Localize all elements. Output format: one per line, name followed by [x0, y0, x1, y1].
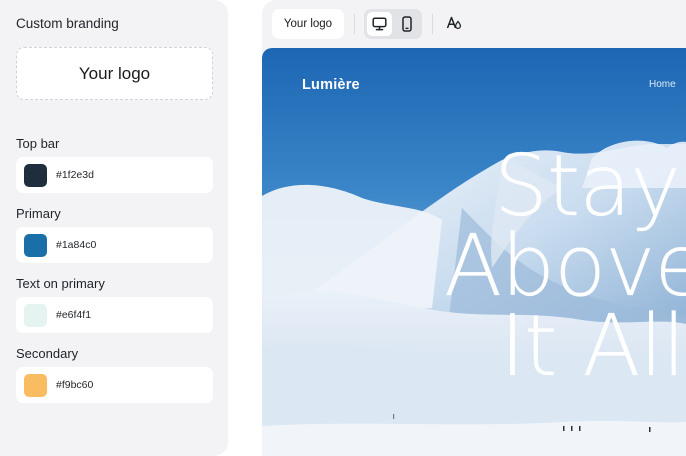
top-bar-color-picker[interactable]: #1f2e3d	[16, 157, 213, 193]
hero-background-image	[262, 48, 686, 456]
toolbar-divider-2	[432, 14, 433, 34]
primary-label: Primary	[16, 206, 61, 221]
site-nav-home[interactable]: Home	[649, 79, 676, 90]
desktop-icon	[372, 17, 387, 31]
branding-panel: Custom branding Your logo Top bar #1f2e3…	[0, 0, 228, 456]
secondary-hex: #f9bc60	[56, 379, 94, 391]
logo-upload-area[interactable]: Your logo	[16, 47, 213, 100]
website-preview: Lumière Home Stay Above It All	[262, 48, 686, 456]
panel-title: Custom branding	[16, 16, 119, 31]
text-on-primary-color-picker[interactable]: #e6f4f1	[16, 297, 213, 333]
top-bar-label: Top bar	[16, 136, 60, 151]
top-bar-hex: #1f2e3d	[56, 169, 94, 181]
toolbar-divider	[354, 14, 355, 34]
text-on-primary-label: Text on primary	[16, 276, 105, 291]
font-color-icon	[446, 16, 462, 30]
primary-color-picker[interactable]: #1a84c0	[16, 227, 213, 263]
branding-editor: Custom branding Your logo Top bar #1f2e3…	[0, 0, 686, 456]
toolbar-logo-button[interactable]: Your logo	[272, 9, 344, 39]
top-bar-swatch[interactable]	[24, 163, 47, 187]
font-color-button[interactable]	[444, 13, 464, 33]
primary-swatch[interactable]	[24, 233, 47, 257]
text-on-primary-swatch[interactable]	[24, 303, 47, 327]
site-brand-logo[interactable]: Lumière	[302, 77, 360, 93]
primary-hex: #1a84c0	[56, 239, 97, 251]
mobile-view-button[interactable]	[394, 12, 419, 36]
logo-placeholder-text: Your logo	[78, 63, 151, 83]
desktop-view-button[interactable]	[367, 12, 392, 36]
mobile-icon	[401, 16, 412, 32]
secondary-swatch[interactable]	[24, 373, 47, 397]
secondary-color-picker[interactable]: #f9bc60	[16, 367, 213, 403]
secondary-label: Secondary	[16, 346, 79, 361]
device-toggle	[364, 9, 422, 39]
text-on-primary-hex: #e6f4f1	[56, 309, 92, 321]
